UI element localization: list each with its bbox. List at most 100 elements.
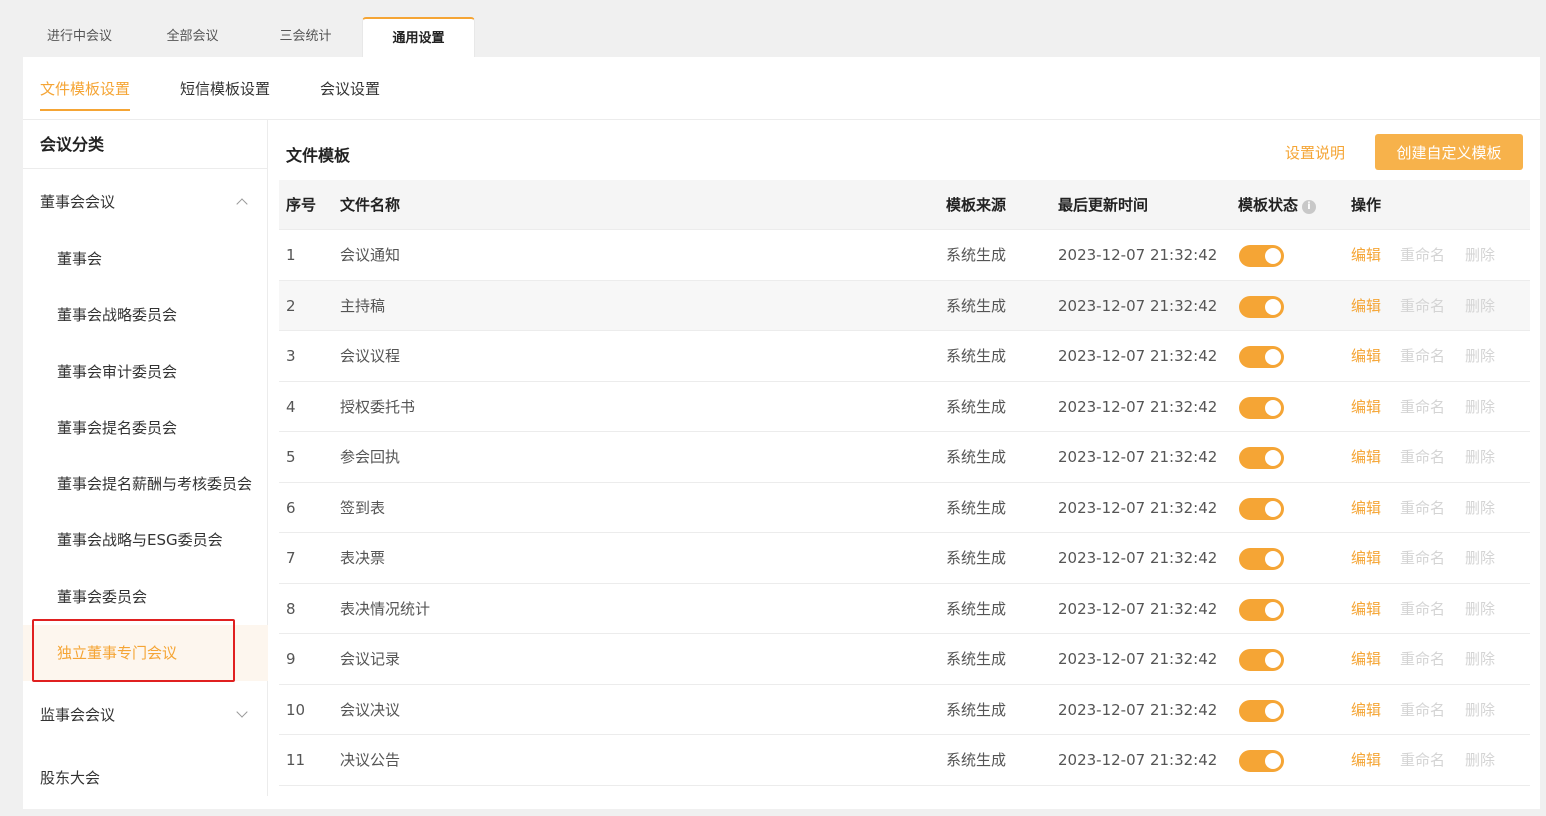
cell-name: 授权委托书 — [340, 397, 416, 416]
tab-ongoing-meetings[interactable]: 进行中会议 — [23, 17, 136, 57]
header-name: 文件名称 — [340, 196, 401, 214]
sidebar-item-board-strategy-esg[interactable]: 董事会战略与ESG委员会 — [23, 512, 268, 568]
header-source: 模板来源 — [946, 196, 1007, 214]
delete-button[interactable]: 删除 — [1465, 331, 1495, 381]
delete-button[interactable]: 删除 — [1465, 382, 1495, 432]
rename-button[interactable]: 重命名 — [1400, 533, 1445, 583]
cell-name: 参会回执 — [340, 448, 401, 466]
cell-updated: 2023-12-07 21:32:42 — [1058, 549, 1218, 567]
cell-index: 7 — [286, 549, 296, 567]
sidebar-group-board[interactable]: 董事会会议 — [23, 182, 268, 222]
rename-button[interactable]: 重命名 — [1400, 281, 1445, 331]
rename-button[interactable]: 重命名 — [1400, 735, 1445, 785]
edit-button[interactable]: 编辑 — [1351, 382, 1381, 432]
status-toggle[interactable] — [1239, 447, 1284, 469]
subtab-meeting-settings[interactable]: 会议设置 — [320, 78, 380, 109]
cell-updated: 2023-12-07 21:32:42 — [1058, 448, 1218, 466]
delete-button[interactable]: 删除 — [1465, 533, 1495, 583]
delete-button[interactable]: 删除 — [1465, 735, 1495, 785]
cell-updated: 2023-12-07 21:32:42 — [1058, 296, 1218, 315]
cell-name: 会议决议 — [340, 700, 401, 719]
cell-source: 系统生成 — [946, 347, 1007, 365]
edit-button[interactable]: 编辑 — [1351, 230, 1381, 280]
top-tab-bar: 进行中会议 全部会议 三会统计 通用设置 — [23, 17, 475, 57]
status-toggle[interactable] — [1239, 295, 1284, 318]
rename-button[interactable]: 重命名 — [1400, 634, 1445, 684]
create-custom-template-button[interactable]: 创建自定义模板 — [1375, 134, 1523, 170]
header-index: 序号 — [286, 196, 317, 214]
status-toggle[interactable] — [1239, 750, 1284, 772]
chevron-up-icon[interactable] — [236, 198, 248, 210]
status-toggle[interactable] — [1239, 245, 1284, 267]
rename-button[interactable]: 重命名 — [1400, 685, 1445, 735]
sidebar-item-board-nomination[interactable]: 董事会提名委员会 — [23, 400, 268, 456]
cell-source: 系统生成 — [946, 246, 1007, 264]
sidebar-item-board-strategy[interactable]: 董事会战略委员会 — [23, 287, 268, 343]
edit-button[interactable]: 编辑 — [1351, 584, 1381, 634]
rename-button[interactable]: 重命名 — [1400, 230, 1445, 280]
cell-index: 5 — [286, 448, 296, 466]
cell-name: 会议议程 — [340, 347, 401, 365]
rename-button[interactable]: 重命名 — [1400, 432, 1445, 482]
tab-all-meetings[interactable]: 全部会议 — [136, 17, 249, 57]
delete-button[interactable]: 删除 — [1465, 281, 1495, 331]
subtab-sms-templates[interactable]: 短信模板设置 — [180, 78, 270, 109]
delete-button[interactable]: 删除 — [1465, 584, 1495, 634]
status-toggle[interactable] — [1239, 497, 1284, 520]
cell-name: 主持稿 — [340, 296, 386, 315]
sidebar-item-board-remuneration[interactable]: 董事会提名薪酬与考核委员会 — [23, 456, 268, 512]
table-row: 11 决议公告 系统生成 2023-12-07 21:32:42 编辑 重命名 删除 — [279, 735, 1530, 786]
subtab-file-templates[interactable]: 文件模板设置 — [40, 78, 131, 111]
cell-updated: 2023-12-07 21:32:42 — [1058, 246, 1218, 264]
info-icon[interactable]: i — [1302, 200, 1317, 214]
sidebar-item-board[interactable]: 董事会 — [23, 231, 268, 287]
rename-button[interactable]: 重命名 — [1400, 382, 1445, 432]
sidebar-item-board-committee[interactable]: 董事会委员会 — [23, 569, 268, 625]
settings-help-link[interactable]: 设置说明 — [1285, 142, 1345, 163]
cell-name: 会议通知 — [340, 246, 401, 264]
edit-button[interactable]: 编辑 — [1351, 432, 1381, 482]
rename-button[interactable]: 重命名 — [1400, 331, 1445, 381]
edit-button[interactable]: 编辑 — [1351, 331, 1381, 381]
delete-button[interactable]: 删除 — [1465, 483, 1495, 533]
toggle-knob — [1265, 399, 1281, 416]
edit-button[interactable]: 编辑 — [1351, 483, 1381, 533]
cell-updated: 2023-12-07 21:32:42 — [1058, 650, 1218, 668]
table-row: 7 表决票 系统生成 2023-12-07 21:32:42 编辑 重命名 删除 — [279, 533, 1530, 584]
tab-three-meeting-stats[interactable]: 三会统计 — [249, 17, 362, 57]
sidebar-group-shareholders[interactable]: 股东大会 — [23, 758, 268, 798]
cell-index: 11 — [286, 751, 306, 769]
cell-source: 系统生成 — [946, 498, 1007, 517]
tab-general-settings[interactable]: 通用设置 — [362, 17, 475, 57]
delete-button[interactable]: 删除 — [1465, 432, 1495, 482]
cell-source: 系统生成 — [946, 751, 1007, 769]
status-toggle[interactable] — [1239, 396, 1284, 419]
cell-updated: 2023-12-07 21:32:42 — [1058, 347, 1218, 365]
status-toggle[interactable] — [1239, 346, 1284, 368]
edit-button[interactable]: 编辑 — [1351, 281, 1381, 331]
header-updated: 最后更新时间 — [1058, 196, 1149, 214]
sidebar-group-supervisory[interactable]: 监事会会议 — [23, 695, 268, 735]
toggle-knob — [1265, 248, 1281, 264]
delete-button[interactable]: 删除 — [1465, 685, 1495, 735]
chevron-down-icon[interactable] — [236, 706, 248, 718]
status-toggle[interactable] — [1239, 699, 1284, 722]
edit-button[interactable]: 编辑 — [1351, 685, 1381, 735]
status-toggle[interactable] — [1239, 548, 1284, 570]
table-row: 3 会议议程 系统生成 2023-12-07 21:32:42 编辑 重命名 删除 — [279, 331, 1530, 382]
sidebar-item-board-audit[interactable]: 董事会审计委员会 — [23, 344, 268, 400]
delete-button[interactable]: 删除 — [1465, 634, 1495, 684]
edit-button[interactable]: 编辑 — [1351, 533, 1381, 583]
cell-source: 系统生成 — [946, 549, 1007, 567]
edit-button[interactable]: 编辑 — [1351, 735, 1381, 785]
cell-updated: 2023-12-07 21:32:42 — [1058, 498, 1218, 517]
edit-button[interactable]: 编辑 — [1351, 634, 1381, 684]
delete-button[interactable]: 删除 — [1465, 230, 1495, 280]
status-toggle[interactable] — [1239, 649, 1284, 671]
settings-panel: 文件模板设置 短信模板设置 会议设置 会议分类 董事会会议 董事会 董事会战略委… — [23, 57, 1540, 809]
rename-button[interactable]: 重命名 — [1400, 584, 1445, 634]
toggle-knob — [1265, 551, 1281, 567]
cell-source: 系统生成 — [946, 296, 1007, 315]
status-toggle[interactable] — [1239, 598, 1284, 621]
rename-button[interactable]: 重命名 — [1400, 483, 1445, 533]
